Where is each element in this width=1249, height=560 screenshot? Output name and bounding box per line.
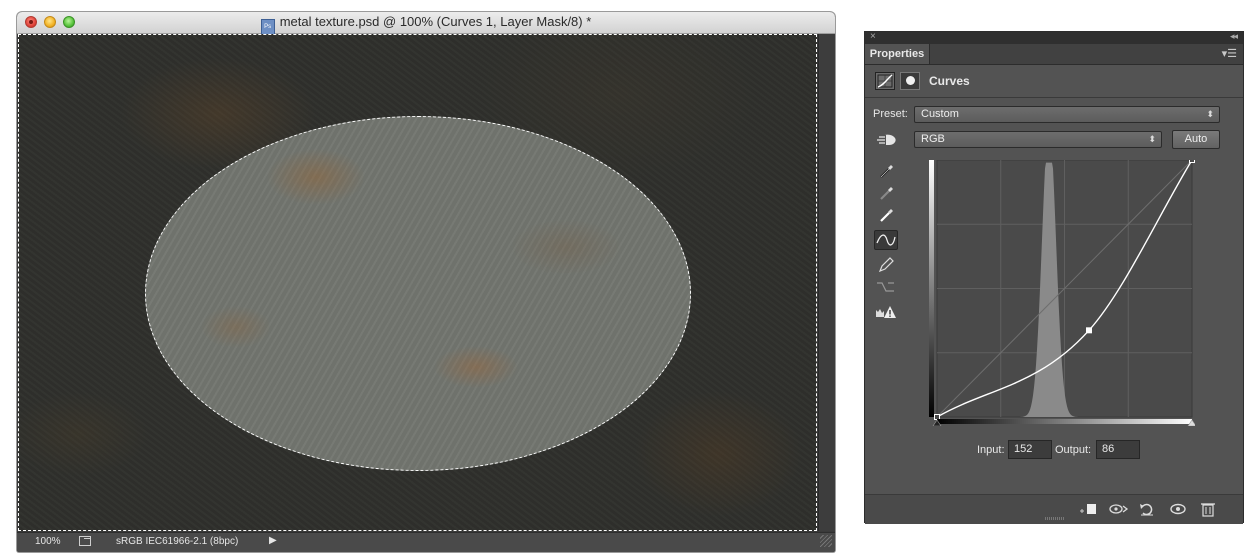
panel-collapse-icon[interactable]: ◂◂ <box>1230 31 1238 42</box>
preset-label: Preset: <box>873 108 908 120</box>
curve-control-point[interactable] <box>1189 157 1195 163</box>
curves-adjustment-icon[interactable] <box>875 72 895 90</box>
output-value-field[interactable]: 86 <box>1096 440 1140 459</box>
document-title-bar[interactable]: Ps metal texture.psd @ 100% (Curves 1, La… <box>17 12 835 35</box>
properties-panel: × ◂◂ Properties ▾☰ Curves Preset: Custom… <box>864 31 1244 524</box>
layer-mask-icon[interactable] <box>900 72 920 90</box>
document-window: Ps metal texture.psd @ 100% (Curves 1, La… <box>17 12 835 552</box>
document-title: Ps metal texture.psd @ 100% (Curves 1, La… <box>17 14 835 35</box>
targeted-adjustment-icon[interactable] <box>876 132 898 148</box>
resize-grip-icon[interactable] <box>820 535 832 547</box>
input-label: Input: <box>977 444 1005 456</box>
clip-to-layer-icon[interactable] <box>1078 501 1098 517</box>
black-point-eyedropper-icon[interactable] <box>874 160 898 180</box>
trash-icon[interactable] <box>1198 501 1218 517</box>
curve-control-point[interactable] <box>1086 327 1092 334</box>
panel-menu-icon[interactable]: ▾☰ <box>1222 47 1237 60</box>
panel-close-icon[interactable]: × <box>870 31 876 42</box>
document-status-bar: 100% sRGB IEC61966-2.1 (8bpc) ▶ <box>17 532 835 552</box>
channel-dropdown[interactable]: RGB ⬍ <box>914 131 1162 148</box>
pencil-draw-icon[interactable] <box>874 254 898 274</box>
output-label: Output: <box>1055 444 1092 456</box>
white-point-eyedropper-icon[interactable] <box>874 204 898 224</box>
document-profile: sRGB IEC61966-2.1 (8bpc) <box>116 536 239 547</box>
adjustment-title: Curves <box>929 74 970 88</box>
clipping-warning-icon[interactable] <box>874 302 898 322</box>
panel-tab-bar: Properties ▾☰ <box>865 44 1243 65</box>
smooth-curve-icon[interactable] <box>874 277 898 297</box>
view-previous-state-icon[interactable] <box>1108 501 1129 517</box>
dropdown-arrows-icon: ⬍ <box>1148 134 1156 144</box>
tab-properties[interactable]: Properties <box>865 44 930 64</box>
curves-graph[interactable] <box>929 157 1197 427</box>
input-value-field[interactable]: 152 <box>1008 440 1052 459</box>
auto-button[interactable]: Auto <box>1172 130 1220 149</box>
output-gradient-bar <box>929 160 934 417</box>
document-canvas[interactable] <box>18 34 817 531</box>
gray-point-eyedropper-icon[interactable] <box>874 182 898 202</box>
channel-value: RGB <box>921 133 945 145</box>
zoom-level[interactable]: 100% <box>35 536 61 547</box>
document-title-text: metal texture.psd @ 100% (Curves 1, Laye… <box>279 14 592 29</box>
status-menu-arrow-icon[interactable]: ▶ <box>269 535 277 546</box>
psd-file-icon: Ps <box>260 19 275 35</box>
panel-resize-grip[interactable] <box>1045 517 1065 520</box>
dropdown-arrows-icon: ⬍ <box>1206 109 1214 119</box>
curve-point-tool-icon[interactable] <box>874 230 898 250</box>
visibility-eye-icon[interactable] <box>1168 501 1188 517</box>
header-divider <box>865 97 1243 98</box>
reset-icon[interactable] <box>1137 501 1157 517</box>
preset-value: Custom <box>921 108 959 120</box>
panel-bottom-bar <box>865 494 1243 524</box>
panel-top-bar: × ◂◂ <box>865 31 1243 44</box>
curve-control-point[interactable] <box>934 414 940 420</box>
export-icon[interactable] <box>79 536 91 546</box>
input-gradient-bar <box>937 419 1192 424</box>
preset-dropdown[interactable]: Custom ⬍ <box>914 106 1220 123</box>
vertical-scrollbar[interactable] <box>818 34 835 531</box>
elliptical-selection[interactable] <box>145 116 691 471</box>
